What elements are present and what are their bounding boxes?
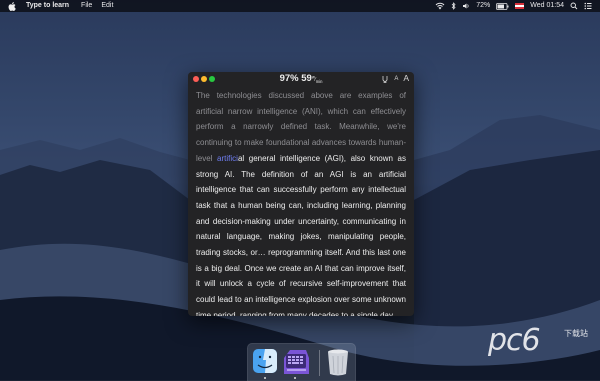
apple-icon[interactable] [8, 1, 16, 11]
dock-separator [319, 350, 320, 376]
current-word: artifici [217, 153, 238, 163]
watermark-subtitle: 下载站 [564, 329, 588, 338]
window-titlebar[interactable]: 97% 59w⁄min A A [188, 72, 414, 86]
typing-window: 97% 59w⁄min A A The technologies discuss… [188, 72, 414, 316]
toolbar: A A [381, 74, 409, 83]
highlight-icon[interactable] [381, 75, 389, 83]
typed-text: The technologies discussed above are exa… [196, 91, 406, 163]
menu-bar: Type to learn File Edit 72% Wed 01:54 [0, 0, 600, 12]
font-larger-button[interactable]: A [403, 74, 409, 83]
finder-running-indicator [264, 377, 266, 379]
status-area: 72% Wed 01:54 [435, 0, 600, 12]
trash-icon[interactable] [325, 348, 351, 376]
battery-icon[interactable] [496, 2, 509, 10]
accuracy-value: 97% [279, 73, 299, 84]
notification-center-icon[interactable] [584, 2, 592, 10]
watermark-logo-text: pc6 [488, 323, 541, 358]
app-running-indicator [294, 377, 296, 379]
battery-percent: 72% [476, 2, 491, 9]
clock[interactable]: Wed 01:54 [530, 0, 564, 12]
edit-menu[interactable]: Edit [101, 0, 113, 12]
typing-stats: 97% 59w⁄min [188, 73, 414, 84]
remaining-text: al general intelligence (AGI), also know… [196, 153, 406, 316]
font-smaller-button[interactable]: A [394, 75, 398, 83]
speed-unit: w⁄min [311, 74, 323, 84]
spotlight-search-icon[interactable] [570, 2, 578, 10]
input-source-flag-icon[interactable] [515, 3, 525, 9]
bluetooth-icon[interactable] [451, 2, 456, 10]
wifi-icon[interactable] [435, 2, 445, 10]
dock [247, 343, 356, 381]
volume-icon[interactable] [462, 2, 470, 10]
passage-text[interactable]: The technologies discussed above are exa… [196, 88, 406, 316]
type-to-learn-app-icon[interactable] [281, 348, 309, 374]
speed-value: 59 [301, 73, 312, 84]
file-menu[interactable]: File [81, 0, 92, 12]
finder-icon[interactable] [252, 348, 278, 374]
app-menu[interactable]: Type to learn [26, 0, 69, 12]
site-watermark: pc6 下载站 [488, 323, 593, 368]
